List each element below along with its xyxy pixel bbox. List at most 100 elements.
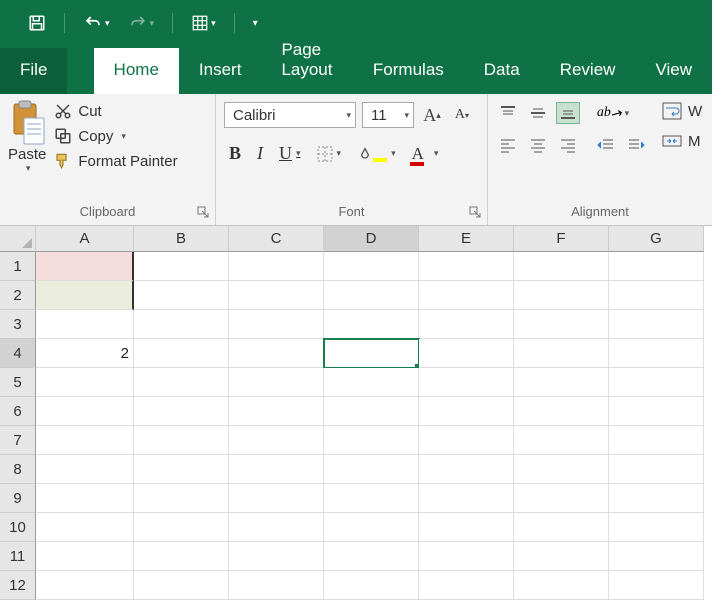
cell[interactable]: [229, 281, 324, 310]
cell[interactable]: [609, 397, 704, 426]
redo-button[interactable]: ▾: [128, 14, 155, 32]
cell[interactable]: [419, 368, 514, 397]
row-header[interactable]: 11: [0, 542, 36, 571]
font-size-combo[interactable]: 11▾: [362, 102, 414, 128]
cell[interactable]: [36, 426, 134, 455]
cell[interactable]: [324, 310, 419, 339]
decrease-font-button[interactable]: A▾: [450, 103, 474, 127]
increase-font-button[interactable]: A▴: [420, 103, 444, 127]
cell[interactable]: [36, 571, 134, 600]
underline-button[interactable]: U▾: [274, 140, 306, 167]
cell[interactable]: [324, 426, 419, 455]
tab-formulas[interactable]: Formulas: [353, 48, 464, 94]
tab-home[interactable]: Home: [94, 48, 179, 94]
column-header[interactable]: D: [324, 226, 419, 252]
cell[interactable]: [229, 339, 324, 368]
cell[interactable]: [419, 397, 514, 426]
cell[interactable]: [229, 368, 324, 397]
cell[interactable]: [36, 513, 134, 542]
cell[interactable]: [419, 426, 514, 455]
cell[interactable]: [609, 368, 704, 397]
cell[interactable]: [36, 484, 134, 513]
cell[interactable]: [514, 455, 609, 484]
cell[interactable]: [609, 513, 704, 542]
row-header[interactable]: 12: [0, 571, 36, 600]
cell[interactable]: [609, 252, 704, 281]
cell[interactable]: [36, 397, 134, 426]
tab-page-layout[interactable]: Page Layout: [261, 28, 352, 94]
cell[interactable]: [419, 513, 514, 542]
row-header[interactable]: 6: [0, 397, 36, 426]
tab-review[interactable]: Review: [540, 48, 636, 94]
row-header[interactable]: 8: [0, 455, 36, 484]
cell[interactable]: [229, 252, 324, 281]
cell[interactable]: [324, 484, 419, 513]
cell[interactable]: [324, 368, 419, 397]
cut-button[interactable]: Cut: [50, 100, 181, 122]
cell[interactable]: [229, 455, 324, 484]
dialog-launcher-icon[interactable]: [197, 205, 209, 217]
save-icon[interactable]: [28, 14, 46, 32]
cell[interactable]: [36, 310, 134, 339]
cell[interactable]: [229, 513, 324, 542]
cell[interactable]: [229, 484, 324, 513]
cell[interactable]: [609, 426, 704, 455]
row-header[interactable]: 1: [0, 252, 36, 281]
align-top-button[interactable]: [496, 102, 520, 124]
cell[interactable]: [514, 513, 609, 542]
align-left-button[interactable]: [496, 134, 520, 156]
dialog-launcher-icon[interactable]: [469, 205, 481, 217]
cell[interactable]: [324, 455, 419, 484]
undo-button[interactable]: ▾: [83, 14, 110, 32]
cell[interactable]: [229, 310, 324, 339]
column-header[interactable]: C: [229, 226, 324, 252]
cell[interactable]: 2: [36, 339, 134, 368]
cell[interactable]: [134, 339, 229, 368]
cell[interactable]: [229, 397, 324, 426]
cell[interactable]: [419, 252, 514, 281]
cell[interactable]: [324, 542, 419, 571]
tab-view[interactable]: View: [635, 48, 712, 94]
cell[interactable]: [324, 339, 419, 368]
cell[interactable]: [324, 252, 419, 281]
cell[interactable]: [134, 426, 229, 455]
cell[interactable]: [134, 310, 229, 339]
cell[interactable]: [36, 542, 134, 571]
column-header[interactable]: G: [609, 226, 704, 252]
cell[interactable]: [514, 571, 609, 600]
row-header[interactable]: 4: [0, 339, 36, 368]
row-header[interactable]: 2: [0, 281, 36, 310]
format-painter-button[interactable]: Format Painter: [50, 150, 181, 172]
tab-data[interactable]: Data: [464, 48, 540, 94]
row-header[interactable]: 5: [0, 368, 36, 397]
column-header[interactable]: A: [36, 226, 134, 252]
column-header[interactable]: E: [419, 226, 514, 252]
cell[interactable]: [419, 281, 514, 310]
cell[interactable]: [514, 310, 609, 339]
decrease-indent-button[interactable]: [594, 134, 618, 156]
cell[interactable]: [419, 571, 514, 600]
cell[interactable]: [134, 571, 229, 600]
cell[interactable]: [514, 542, 609, 571]
cell[interactable]: [229, 542, 324, 571]
align-right-button[interactable]: [556, 134, 580, 156]
cell[interactable]: [514, 281, 609, 310]
wrap-text-button[interactable]: W: [662, 102, 702, 120]
cell[interactable]: [514, 368, 609, 397]
cell[interactable]: [514, 426, 609, 455]
customize-qat-button[interactable]: ▾: [253, 18, 258, 29]
align-bottom-button[interactable]: [556, 102, 580, 124]
column-header[interactable]: F: [514, 226, 609, 252]
font-color-button[interactable]: A▾: [407, 141, 444, 167]
align-middle-button[interactable]: [526, 102, 550, 124]
copy-button[interactable]: Copy ▾: [50, 125, 181, 147]
cell[interactable]: [134, 252, 229, 281]
cell[interactable]: [36, 252, 134, 281]
row-header[interactable]: 9: [0, 484, 36, 513]
file-tab[interactable]: File: [0, 48, 67, 94]
cell[interactable]: [229, 426, 324, 455]
italic-button[interactable]: I: [252, 140, 268, 167]
paste-button[interactable]: Paste ▾: [8, 98, 50, 203]
cell[interactable]: [419, 455, 514, 484]
orientation-button[interactable]: ab↗▾: [594, 102, 632, 124]
